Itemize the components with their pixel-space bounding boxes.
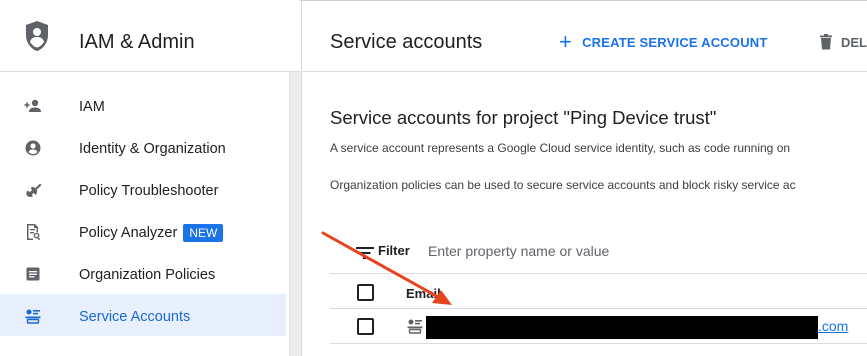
sidebar-item-label-text: Policy Analyzer xyxy=(79,225,178,241)
section-title: Service accounts for project "Ping Devic… xyxy=(330,107,717,128)
page-header: Service accounts + CREATE SERVICE ACCOUN… xyxy=(302,0,867,72)
sidebar-item-policy-troubleshooter[interactable]: Policy Troubleshooter xyxy=(0,168,286,210)
create-service-account-button[interactable]: + CREATE SERVICE ACCOUNT xyxy=(559,28,768,56)
filter-input[interactable] xyxy=(428,239,848,263)
service-account-icon xyxy=(25,309,41,324)
filter-label: Filter xyxy=(378,243,410,258)
sidebar-item-label: Service Accounts xyxy=(79,309,191,325)
sidebar-item-organization-policies[interactable]: Organization Policies xyxy=(0,252,286,294)
account-circle-icon xyxy=(25,140,41,156)
filter-bar: Filter xyxy=(330,226,867,274)
add-person-icon xyxy=(24,99,41,112)
plus-icon: + xyxy=(559,29,573,54)
sidebar-item-label: Policy Analyzer NEW xyxy=(79,224,224,242)
service-account-icon xyxy=(407,319,423,334)
trash-icon xyxy=(820,34,832,50)
sidebar-item-iam[interactable]: IAM xyxy=(0,84,286,126)
iam-shield-icon xyxy=(26,21,48,51)
service-account-email-link[interactable]: .com xyxy=(818,318,848,334)
product-title: IAM & Admin xyxy=(79,31,195,53)
sidebar-item-policy-analyzer[interactable]: Policy Analyzer NEW xyxy=(0,210,286,252)
wrench-icon xyxy=(26,183,42,198)
sidebar-header: IAM & Admin xyxy=(0,0,300,72)
document-search-icon xyxy=(27,224,41,241)
sidebar-item-label: IAM xyxy=(79,99,105,115)
table-header: Email xyxy=(330,276,867,309)
description-text: A service account represents a Google Cl… xyxy=(330,141,791,155)
create-service-account-label: CREATE SERVICE ACCOUNT xyxy=(582,34,768,50)
sidebar-item-label: Identity & Organization xyxy=(79,141,226,157)
page-title: Service accounts xyxy=(330,31,483,53)
table-row: .com xyxy=(330,310,867,344)
sidebar-item-identity-organization[interactable]: Identity & Organization xyxy=(0,126,286,168)
org-policy-text: Organization policies can be used to sec… xyxy=(330,178,796,192)
select-all-checkbox[interactable] xyxy=(357,284,374,301)
main-content: Service accounts + CREATE SERVICE ACCOUN… xyxy=(301,0,867,356)
new-badge: NEW xyxy=(183,224,224,242)
sidebar-item-label: Policy Troubleshooter xyxy=(79,183,219,199)
delete-label: DEL xyxy=(841,34,867,50)
delete-button[interactable]: DEL xyxy=(819,30,867,54)
row-checkbox[interactable] xyxy=(357,318,374,335)
filter-icon xyxy=(356,247,374,259)
redacted-email xyxy=(426,316,818,339)
sidebar: IAM & Admin IAM Identity & Organization xyxy=(0,0,301,356)
sidebar-item-service-accounts[interactable]: Service Accounts xyxy=(0,294,286,336)
column-header-email[interactable]: Email xyxy=(406,286,441,301)
sidebar-item-label: Organization Policies xyxy=(79,267,216,283)
sidebar-scrollbar[interactable] xyxy=(289,72,301,356)
list-document-icon xyxy=(26,267,40,281)
